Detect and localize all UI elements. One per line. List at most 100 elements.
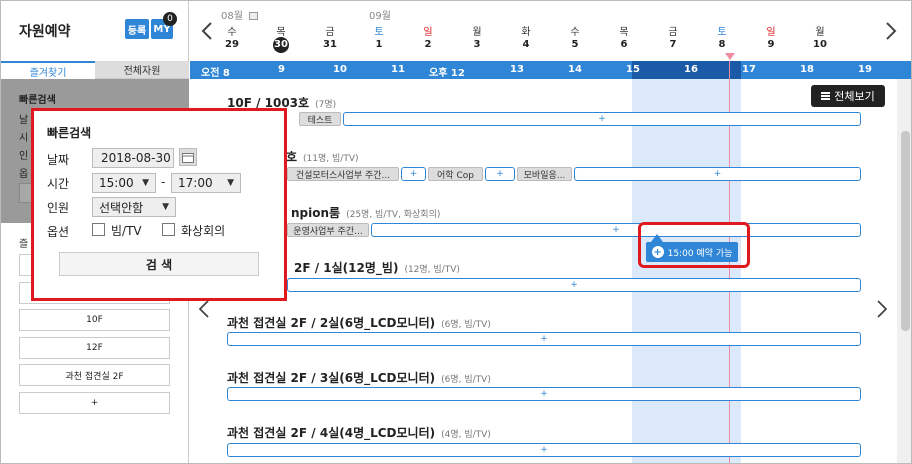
calendar-day[interactable]: 월 10: [805, 23, 835, 53]
room-meta: (11명, 빔/TV): [303, 154, 359, 164]
booking-row: +: [227, 387, 861, 401]
reserve-slot[interactable]: +: [371, 223, 861, 237]
day-of-week: 월: [472, 27, 482, 38]
add-favorite-button[interactable]: +: [19, 392, 170, 414]
background-form-label: 시: [19, 133, 29, 144]
reserve-slot[interactable]: +: [485, 167, 515, 181]
booking-block[interactable]: 테스트: [299, 112, 341, 126]
tab-favorites[interactable]: 즐겨찾기: [1, 61, 95, 79]
view-all-button[interactable]: 전체보기: [811, 85, 885, 107]
hour-label: 13: [510, 64, 524, 75]
calendar-day[interactable]: 금 31: [315, 23, 345, 53]
calendar-day[interactable]: 수5: [560, 23, 590, 53]
option-beam-checkbox[interactable]: [92, 223, 105, 236]
reserve-slot[interactable]: +: [287, 278, 861, 292]
favorite-item[interactable]: 과천 접견실 2F: [19, 364, 170, 386]
room-name-text: npion룸: [291, 206, 341, 220]
favorite-item[interactable]: 12F: [19, 337, 170, 359]
background-form-label: 날: [19, 115, 29, 126]
calendar-day[interactable]: 화4: [511, 23, 541, 53]
calendar-day[interactable]: 목 30: [266, 23, 296, 53]
room-meta: (12명, 빔/TV): [404, 265, 460, 275]
reserve-slot[interactable]: +: [227, 443, 861, 457]
quick-search-title: 빠른검색: [47, 126, 92, 140]
calendar-day[interactable]: 수 29: [217, 23, 247, 53]
day-number: 29: [225, 39, 239, 50]
time-start-select[interactable]: 15:00 ▼: [92, 173, 156, 193]
booking-block[interactable]: 건설모터스사업부 주간...: [287, 167, 399, 181]
reserve-slot[interactable]: +: [227, 332, 861, 346]
calendar-day[interactable]: 목6: [609, 23, 639, 53]
availability-button[interactable]: + 15:00 예약 가능: [646, 242, 738, 262]
search-button[interactable]: 검 색: [59, 252, 259, 276]
my-count-badge: 0: [163, 12, 177, 26]
register-button[interactable]: 등록: [125, 19, 149, 39]
selected-time-column: [632, 79, 741, 463]
left-tabs: 즐겨찾기 전체자원: [1, 61, 189, 79]
day-of-week: 토: [717, 27, 727, 38]
hour-label: 15: [626, 64, 640, 75]
people-label: 인원: [47, 201, 70, 215]
booking-block[interactable]: 모바일응...: [517, 167, 572, 181]
reservation-app: 자원예약 등록 MY 0 즐겨찾기 전체자원 빠른검색 날 시 인 옵 즐 10…: [0, 0, 912, 464]
time-end-value: 17:00: [178, 176, 213, 190]
next-date-button[interactable]: [885, 21, 897, 46]
month-text: 08월: [221, 11, 243, 22]
favorite-item[interactable]: 10F: [19, 309, 170, 331]
calendar-icon[interactable]: [249, 12, 259, 20]
day-of-week: 수: [570, 27, 580, 38]
caret-down-icon: ▼: [227, 178, 234, 188]
hour-label: 11: [391, 64, 405, 75]
hour-label: 10: [333, 64, 347, 75]
plus-icon: +: [651, 246, 664, 258]
day-of-week: 일: [423, 27, 433, 38]
day-number: 7: [669, 39, 677, 50]
calendar-day[interactable]: 월3: [462, 23, 492, 53]
calendar-day[interactable]: 금7: [658, 23, 688, 53]
hour-label: 19: [858, 64, 872, 75]
room-meta: (25명, 빔/TV, 화상회의): [346, 210, 441, 220]
day-of-week: 목: [276, 27, 286, 38]
chevron-left-icon: [201, 22, 212, 40]
quick-search-popup: 빠른검색 날짜 2018-08-30 시간 15:00 ▼ - 17:00 ▼ …: [31, 108, 287, 301]
calendar-day[interactable]: 토1: [364, 23, 394, 53]
tooltip-pointer: [651, 234, 663, 242]
date-field[interactable]: 2018-08-30: [92, 148, 174, 168]
reserve-slot[interactable]: +: [574, 167, 861, 181]
room-meta: (7명): [315, 100, 337, 110]
day-number: 10: [813, 39, 827, 50]
scroll-right-button[interactable]: [877, 299, 888, 323]
reserve-slot[interactable]: +: [401, 167, 426, 181]
people-select[interactable]: 선택안함 ▼: [92, 197, 176, 217]
room-title: npion룸 (25명, 빔/TV, 화상회의): [291, 204, 440, 221]
day-number: 2: [424, 39, 432, 50]
day-number: 5: [571, 39, 579, 50]
calendar-icon[interactable]: [179, 148, 197, 166]
booking-block[interactable]: 어학 Cop: [428, 167, 483, 181]
menu-icon: [821, 91, 831, 101]
day-number: 3: [473, 39, 481, 50]
day-number: 9: [767, 39, 775, 50]
calendar-day[interactable]: 일2: [413, 23, 443, 53]
tab-all-resources[interactable]: 전체자원: [95, 61, 189, 79]
booking-block[interactable]: 운영사업부 주간...: [287, 223, 369, 237]
day-number: 4: [522, 39, 530, 50]
caret-down-icon: ▼: [162, 202, 169, 212]
reserve-slot[interactable]: +: [227, 387, 861, 401]
calendar-day[interactable]: 토8: [707, 23, 737, 53]
view-all-label: 전체보기: [834, 90, 875, 103]
time-end-select[interactable]: 17:00 ▼: [171, 173, 241, 193]
day-of-week: 목: [619, 27, 629, 38]
option-video-checkbox[interactable]: [162, 223, 175, 236]
time-start-value: 15:00: [99, 176, 134, 190]
calendar-day[interactable]: 일9: [756, 23, 786, 53]
reserve-slot[interactable]: +: [343, 112, 861, 126]
prev-date-button[interactable]: [201, 21, 213, 46]
scrollbar-thumb[interactable]: [901, 131, 910, 331]
chevron-right-icon: [877, 300, 888, 318]
hour-label: 오전 8: [201, 68, 230, 79]
booking-row: +: [227, 278, 861, 292]
room-title: 2F / 1실(12명_빔) (12명, 빔/TV): [294, 259, 460, 276]
scroll-left-button[interactable]: [198, 299, 209, 323]
room-title: 호 (11명, 빔/TV): [286, 148, 359, 165]
